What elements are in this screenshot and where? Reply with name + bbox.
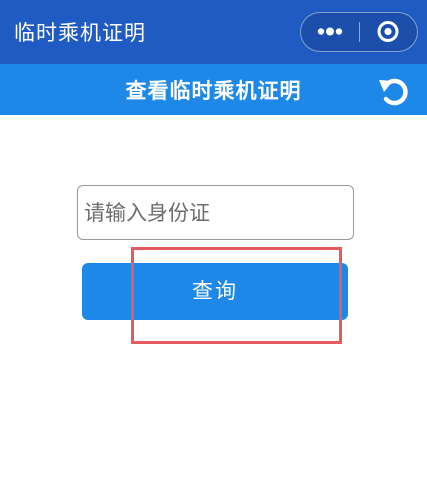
refresh-button[interactable] <box>376 71 414 109</box>
page-header: 查看临时乘机证明 <box>0 64 427 115</box>
page-title: 查看临时乘机证明 <box>125 79 302 103</box>
more-button[interactable] <box>301 13 359 50</box>
nav-title: 临时乘机证明 <box>14 21 146 45</box>
capsule-menu <box>300 12 418 52</box>
more-dots-icon <box>317 27 343 36</box>
close-button[interactable] <box>360 13 417 50</box>
query-button[interactable]: 查询 <box>82 263 348 320</box>
target-close-icon <box>377 21 399 42</box>
refresh-icon <box>379 78 408 106</box>
id-card-input[interactable] <box>77 185 354 240</box>
mini-program-nav-bar: 临时乘机证明 <box>0 0 427 64</box>
